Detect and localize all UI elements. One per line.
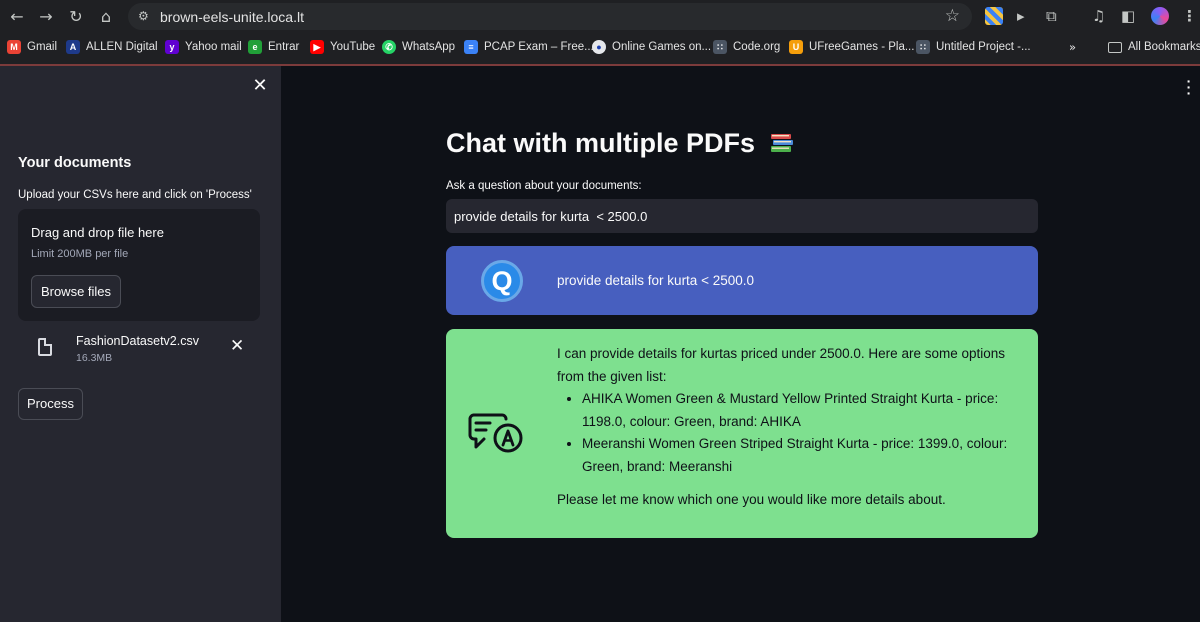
bookmark-yahoo[interactable]: y Yahoo mail bbox=[165, 39, 242, 55]
books-icon bbox=[769, 130, 795, 152]
bot-message-body: I can provide details for kurtas priced … bbox=[557, 343, 1019, 512]
bookmark-code-org[interactable]: ∷ Code.org bbox=[713, 39, 780, 55]
media-control-icon[interactable]: ♫ bbox=[1092, 6, 1105, 26]
browse-files-button[interactable]: Browse files bbox=[31, 275, 121, 308]
bot-closing: Please let me know which one you would l… bbox=[557, 492, 946, 507]
browser-menu-icon[interactable]: ⋮ bbox=[1182, 6, 1197, 26]
user-avatar: Q bbox=[481, 260, 523, 302]
uploaded-file: FashionDatasetv2.csv 16.3MB ✕ bbox=[18, 330, 260, 366]
extensions-puzzle-icon[interactable]: ⧉ bbox=[1046, 6, 1057, 26]
folder-icon bbox=[1108, 41, 1122, 53]
remove-file-icon[interactable]: ✕ bbox=[230, 338, 244, 355]
browser-toolbar: ← → ↻ ⌂ ⚙ brown-eels-unite.loca.lt ☆ ▸ ⧉… bbox=[0, 0, 1200, 33]
process-button[interactable]: Process bbox=[18, 388, 83, 420]
bookmark-untitled-project[interactable]: ∷ Untitled Project -... bbox=[916, 39, 1031, 55]
code-org-icon: ∷ bbox=[713, 40, 727, 54]
sidebar-title: Your documents bbox=[18, 155, 132, 171]
allen-icon: A bbox=[66, 40, 80, 54]
back-icon[interactable]: ← bbox=[6, 6, 28, 28]
bookmark-entrar[interactable]: e Entrar bbox=[248, 39, 299, 55]
upload-label: Upload your CSVs here and click on 'Proc… bbox=[18, 189, 252, 201]
home-icon[interactable]: ⌂ bbox=[95, 6, 117, 28]
file-size: 16.3MB bbox=[76, 352, 113, 364]
dropzone-title: Drag and drop file here bbox=[31, 225, 164, 240]
profile-avatar[interactable] bbox=[1151, 7, 1169, 25]
entrar-icon: e bbox=[248, 40, 262, 54]
bookmarks-overflow-icon[interactable]: » bbox=[1069, 39, 1076, 55]
file-dropzone[interactable]: Drag and drop file here Limit 200MB per … bbox=[18, 209, 260, 321]
ufreegames-icon: U bbox=[789, 40, 803, 54]
youtube-icon: ▶ bbox=[310, 40, 324, 54]
bookmark-allen[interactable]: A ALLEN Digital bbox=[66, 39, 158, 55]
list-item: AHIKA Women Green & Mustard Yellow Print… bbox=[582, 388, 1019, 433]
question-label: Ask a question about your documents: bbox=[446, 180, 642, 192]
bookmark-star-icon[interactable]: ☆ bbox=[945, 7, 960, 25]
sidebar: ✕ Your documents Upload your CSVs here a… bbox=[0, 66, 281, 622]
user-message: Q provide details for kurta < 2500.0 bbox=[446, 246, 1038, 315]
list-item: Meeranshi Women Green Striped Straight K… bbox=[582, 433, 1019, 478]
yahoo-icon: y bbox=[165, 40, 179, 54]
close-sidebar-icon[interactable]: ✕ bbox=[252, 77, 268, 95]
page-title: Chat with multiple PDFs bbox=[446, 128, 795, 159]
bookmarks-bar: M Gmail A ALLEN Digital y Yahoo mail e Entra… bbox=[0, 35, 1200, 59]
all-bookmarks[interactable]: All Bookmarks bbox=[1108, 39, 1200, 55]
question-input[interactable] bbox=[446, 199, 1038, 233]
untitled-project-icon: ∷ bbox=[916, 40, 930, 54]
address-url[interactable]: brown-eels-unite.loca.lt bbox=[160, 9, 304, 25]
dropzone-limit: Limit 200MB per file bbox=[31, 248, 129, 260]
bookmark-pcap[interactable]: ≡ PCAP Exam – Free... bbox=[464, 39, 594, 55]
bot-intro: I can provide details for kurtas priced … bbox=[557, 346, 1005, 384]
file-name: FashionDatasetv2.csv bbox=[76, 334, 199, 348]
bot-answer-icon bbox=[466, 405, 526, 457]
page-title-text: Chat with multiple PDFs bbox=[446, 128, 756, 158]
user-message-text: provide details for kurta < 2500.0 bbox=[557, 273, 754, 288]
bookmark-gmail[interactable]: M Gmail bbox=[7, 39, 57, 55]
cursor-extension-icon[interactable]: ▸ bbox=[1017, 6, 1025, 26]
address-bar[interactable]: ⚙ brown-eels-unite.loca.lt ☆ bbox=[128, 3, 972, 30]
pcap-icon: ≡ bbox=[464, 40, 478, 54]
bookmark-ufreegames[interactable]: U UFreeGames - Pla... bbox=[789, 39, 914, 55]
side-panel-icon[interactable]: ◧ bbox=[1121, 6, 1135, 26]
file-icon bbox=[38, 338, 52, 356]
reload-icon[interactable]: ↻ bbox=[65, 6, 87, 28]
gmail-icon: M bbox=[7, 40, 21, 54]
bot-options-list: AHIKA Women Green & Mustard Yellow Print… bbox=[557, 388, 1019, 478]
app-menu-icon[interactable]: · · · bbox=[1186, 74, 1192, 100]
browser-chrome: ← → ↻ ⌂ ⚙ brown-eels-unite.loca.lt ☆ ▸ ⧉… bbox=[0, 0, 1200, 66]
bookmark-youtube[interactable]: ▶ YouTube bbox=[310, 39, 375, 55]
online-games-icon: ● bbox=[592, 40, 606, 54]
site-info-icon[interactable]: ⚙ bbox=[138, 9, 152, 23]
extension-icon[interactable] bbox=[985, 7, 1003, 25]
bookmark-online-games[interactable]: ● Online Games on... bbox=[592, 39, 711, 55]
bookmark-whatsapp[interactable]: ✆ WhatsApp bbox=[382, 39, 455, 55]
whatsapp-icon: ✆ bbox=[382, 40, 396, 54]
forward-icon[interactable]: → bbox=[35, 6, 57, 28]
bot-message: I can provide details for kurtas priced … bbox=[446, 329, 1038, 538]
